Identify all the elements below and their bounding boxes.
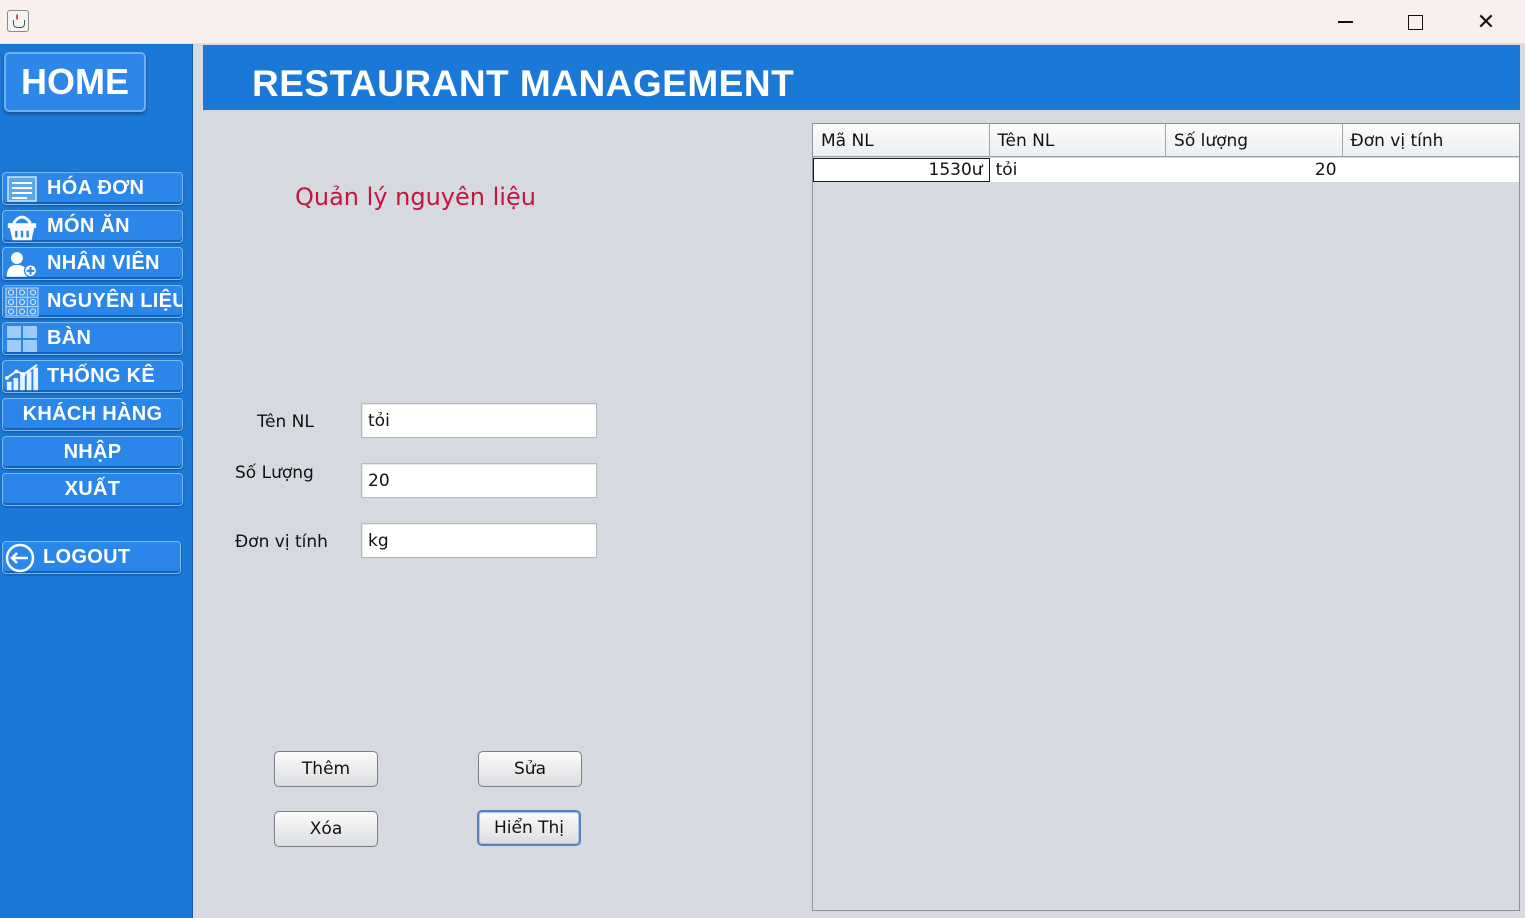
title-bar: ✕: [0, 0, 1525, 44]
add-user-icon: [5, 249, 39, 279]
sidebar-item-label: HÓA ĐƠN: [47, 177, 145, 199]
cell-name[interactable]: tỏi: [990, 158, 1166, 182]
column-header-id[interactable]: Mã NL: [813, 124, 990, 157]
name-label: Tên NL: [257, 412, 314, 432]
column-header-unit[interactable]: Đơn vị tính: [1343, 124, 1519, 157]
cell-id[interactable]: 1530ư: [813, 158, 990, 182]
logout-button[interactable]: LOGOUT: [2, 541, 181, 574]
table-grid-icon: [5, 324, 39, 354]
sidebar-item-nhap[interactable]: NHẬP: [2, 436, 183, 469]
sidebar-item-khach-hang[interactable]: KHÁCH HÀNG: [2, 398, 183, 431]
sidebar: HOME HÓA ĐƠN MÓN ĂN NHÂN VIÊN NGUYÊN LIỆ…: [0, 44, 193, 918]
sidebar-item-nhan-vien[interactable]: NHÂN VIÊN: [2, 247, 183, 280]
sidebar-item-label: XUẤT: [64, 478, 121, 500]
grid-ingredients-icon: [5, 287, 39, 317]
sidebar-item-ban[interactable]: BÀN: [2, 322, 183, 355]
minimize-icon: [1337, 21, 1353, 23]
sidebar-item-nguyen-lieu[interactable]: NGUYÊN LIỆU: [2, 285, 183, 318]
home-button[interactable]: HOME: [4, 52, 146, 112]
name-input[interactable]: [361, 403, 597, 438]
unit-label: Đơn vị tính: [235, 532, 328, 552]
basket-icon: [5, 212, 39, 242]
quantity-input[interactable]: [361, 463, 597, 498]
table-header: Mã NL Tên NL Số lượng Đơn vị tính: [813, 124, 1519, 157]
minimize-button[interactable]: [1310, 0, 1380, 44]
section-title: Quản lý nguyên liệu: [295, 183, 536, 211]
sidebar-item-label: NGUYÊN LIỆU: [47, 290, 183, 312]
ingredients-table[interactable]: Mã NL Tên NL Số lượng Đơn vị tính 1530ư …: [812, 123, 1520, 911]
quantity-label: Số Lượng: [235, 463, 314, 483]
logout-arrow-icon: [5, 543, 35, 573]
close-button[interactable]: ✕: [1451, 0, 1521, 44]
sidebar-item-label: KHÁCH HÀNG: [22, 403, 163, 425]
header-banner: RESTAURANT MANAGEMENT: [203, 45, 1520, 110]
java-app-icon: [7, 10, 29, 32]
logout-label: LOGOUT: [43, 546, 131, 568]
close-icon: ✕: [1476, 9, 1496, 35]
sidebar-item-hoa-don[interactable]: HÓA ĐƠN: [2, 172, 183, 205]
cell-unit[interactable]: [1343, 158, 1519, 182]
sidebar-item-mon-an[interactable]: MÓN ĂN: [2, 210, 183, 243]
cell-quantity[interactable]: 20: [1166, 158, 1342, 182]
sidebar-item-label: NHẬP: [63, 441, 122, 463]
sidebar-item-label: MÓN ĂN: [47, 215, 130, 237]
maximize-button[interactable]: [1380, 0, 1450, 44]
page-title: RESTAURANT MANAGEMENT: [252, 63, 795, 104]
invoice-list-icon: [5, 174, 39, 204]
bar-chart-icon: [5, 362, 39, 392]
sidebar-item-thong-ke[interactable]: THỐNG KÊ: [2, 360, 183, 393]
table-row[interactable]: 1530ư tỏi 20: [813, 158, 1519, 182]
sidebar-item-xuat[interactable]: XUẤT: [2, 473, 183, 506]
column-header-quantity[interactable]: Số lượng: [1166, 124, 1343, 157]
add-button[interactable]: Thêm: [274, 751, 378, 787]
sidebar-item-label: NHÂN VIÊN: [47, 252, 160, 274]
column-header-name[interactable]: Tên NL: [990, 124, 1167, 157]
sidebar-item-label: THỐNG KÊ: [47, 365, 155, 387]
app-window: ✕ HOME HÓA ĐƠN MÓN ĂN NHÂN VIÊN NGUYÊN L…: [0, 0, 1525, 918]
sidebar-item-label: BÀN: [47, 327, 92, 349]
show-button[interactable]: Hiển Thị: [477, 810, 581, 846]
maximize-icon: [1407, 14, 1423, 30]
edit-button[interactable]: Sửa: [478, 751, 582, 787]
delete-button[interactable]: Xóa: [274, 811, 378, 847]
unit-input[interactable]: [361, 523, 597, 558]
